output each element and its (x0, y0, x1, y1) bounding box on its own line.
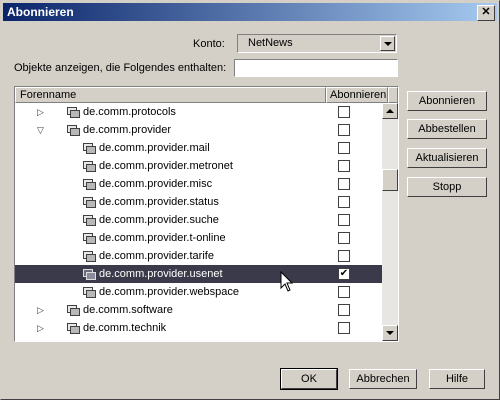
close-icon[interactable]: ✕ (477, 5, 495, 21)
twisty-expanded-icon[interactable]: ▽ (37, 121, 44, 139)
dialog-window: Abonnieren ✕ Konto: NetNews Objekte anze… (0, 0, 500, 400)
filter-label: Objekte anzeigen, die Folgendes enthalte… (14, 62, 227, 74)
unsubscribe-button[interactable]: Abbestellen (407, 119, 487, 139)
row-label: de.comm.provider.webspace (99, 286, 240, 298)
subscribe-checkbox[interactable] (338, 286, 350, 298)
column-header-subscribe[interactable]: Abonnieren (326, 87, 388, 103)
subscribe-checkbox[interactable] (338, 250, 350, 262)
newsgroup-icon (83, 161, 96, 172)
row-label: de.comm.software (83, 304, 173, 316)
newsgroup-icon (83, 197, 96, 208)
stop-button[interactable]: Stopp (407, 177, 487, 197)
tree-rows: ▷ de.comm.protocols ▽ de.comm.provider de.co… (15, 103, 383, 341)
tree-row[interactable]: ▷ de.comm.software (15, 301, 383, 319)
row-label: de.comm.provider.tarife (99, 250, 214, 262)
row-label: de.comm.provider.metronet (99, 160, 233, 172)
vertical-scrollbar[interactable] (382, 103, 398, 341)
row-label: de.comm.provider.t-online (99, 232, 226, 244)
subscribe-checkbox[interactable] (338, 304, 350, 316)
subscribe-checkbox[interactable]: ✔ (338, 268, 350, 280)
subscribe-checkbox[interactable] (338, 322, 350, 334)
ok-button[interactable]: OK (280, 368, 338, 390)
scroll-up-icon[interactable] (382, 103, 398, 119)
newsgroup-icon (67, 323, 80, 334)
newsgroup-icon (83, 251, 96, 262)
tree-row[interactable]: de.comm.provider.t-online (15, 229, 383, 247)
twisty-collapsed-icon[interactable]: ▷ (37, 103, 44, 121)
subscribe-checkbox[interactable] (338, 142, 350, 154)
subscribe-checkbox[interactable] (338, 160, 350, 172)
column-header-name[interactable]: Forenname (15, 87, 326, 103)
newsgroup-icon (83, 269, 96, 280)
tree-row[interactable]: de.comm.provider.usenet ✔ (15, 265, 383, 283)
tree-row[interactable]: ▷ de.comm.technik (15, 319, 383, 337)
newsgroup-icon (67, 107, 80, 118)
account-label: Konto: (193, 38, 225, 50)
tree-row[interactable]: de.comm.provider.metronet (15, 157, 383, 175)
newsgroup-icon (67, 305, 80, 316)
filter-input[interactable] (234, 59, 398, 77)
tree-row[interactable]: ▽ de.comm.provider (15, 121, 383, 139)
row-label: de.comm.provider.usenet (99, 268, 223, 280)
twisty-collapsed-icon[interactable]: ▷ (37, 319, 44, 337)
subscribe-checkbox[interactable] (338, 214, 350, 226)
newsgroup-icon (83, 233, 96, 244)
scroll-down-icon[interactable] (382, 325, 398, 341)
tree-row[interactable]: de.comm.provider.mail (15, 139, 383, 157)
tree-row[interactable]: de.comm.provider.misc (15, 175, 383, 193)
tree-row[interactable]: de.comm.provider.tarife (15, 247, 383, 265)
title-bar: Abonnieren ✕ (3, 3, 497, 21)
help-button[interactable]: Hilfe (429, 369, 485, 389)
subscribe-checkbox[interactable] (338, 124, 350, 136)
refresh-button[interactable]: Aktualisieren (407, 148, 487, 168)
newsgroup-icon (83, 143, 96, 154)
row-label: de.comm.provider.suche (99, 214, 219, 226)
row-label: de.comm.provider.mail (99, 142, 210, 154)
tree-row[interactable]: ▷ de.comm.protocols (15, 103, 383, 121)
row-label: de.comm.protocols (83, 106, 176, 118)
tree-header: Forenname Abonnieren (15, 87, 398, 103)
subscribe-button[interactable]: Abonnieren (407, 91, 487, 111)
window-title: Abonnieren (7, 5, 74, 19)
subscribe-checkbox[interactable] (338, 178, 350, 190)
subscribe-checkbox[interactable] (338, 232, 350, 244)
subscribe-checkbox[interactable] (338, 106, 350, 118)
scroll-thumb[interactable] (382, 169, 398, 191)
tree-row[interactable]: de.comm.provider.suche (15, 211, 383, 229)
row-label: de.comm.provider.misc (99, 178, 213, 190)
mouse-cursor-icon (280, 271, 294, 292)
tree-row[interactable]: de.comm.provider.status (15, 193, 383, 211)
column-picker-icon[interactable] (388, 87, 398, 103)
row-label: de.comm.provider.status (99, 196, 219, 208)
newsgroup-tree[interactable]: Forenname Abonnieren ▷ de.comm.protocols ▽… (14, 86, 399, 342)
tree-row[interactable]: de.comm.provider.webspace (15, 283, 383, 301)
twisty-collapsed-icon[interactable]: ▷ (37, 301, 44, 319)
newsgroup-icon (67, 125, 80, 136)
subscribe-checkbox[interactable] (338, 196, 350, 208)
chevron-down-icon[interactable] (380, 36, 395, 51)
newsgroup-icon (83, 179, 96, 190)
cancel-button[interactable]: Abbrechen (349, 369, 417, 389)
row-label: de.comm.provider (83, 124, 172, 136)
newsgroup-icon (83, 287, 96, 298)
account-value: NetNews (248, 37, 293, 49)
newsgroup-icon (83, 215, 96, 226)
account-select[interactable]: NetNews (237, 34, 397, 53)
row-label: de.comm.technik (83, 322, 167, 334)
